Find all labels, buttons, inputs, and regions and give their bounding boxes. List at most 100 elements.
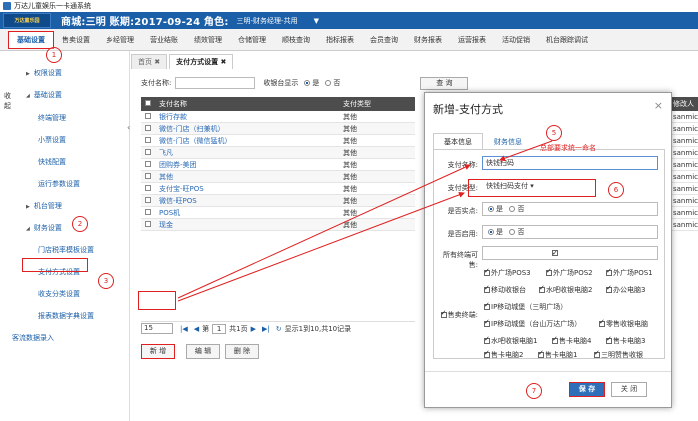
menu-item[interactable]: 活动促销 — [494, 29, 538, 51]
terminal-option[interactable]: 售卡电脑2 — [484, 349, 523, 360]
sidebar-item-machines[interactable]: ▶ 机台管理 — [26, 201, 62, 211]
col-header-type[interactable]: 支付类型 — [339, 99, 415, 109]
menu-item[interactable]: 机台跟踪调试 — [538, 29, 596, 51]
is-sell-yes-radio[interactable] — [488, 206, 494, 212]
all-terminal-checkbox[interactable] — [552, 247, 558, 259]
is-sell-no-radio[interactable] — [509, 206, 516, 212]
row-checkbox[interactable] — [145, 160, 151, 167]
table-row[interactable]: 支付宝-旺POS 其他 — [141, 183, 415, 195]
table-row[interactable]: 其他 其他 — [141, 171, 415, 183]
sidebar-item-report-dictionary[interactable]: 报表数据字典设置 — [38, 311, 94, 321]
menu-item[interactable]: 仓储管理 — [230, 29, 274, 51]
prev-page-icon[interactable]: ◀ — [194, 325, 199, 333]
page-tabs: 首页 ✖ 支付方式设置 ✖ — [131, 54, 235, 69]
close-button[interactable]: 关 闭 — [611, 382, 647, 397]
menu-item[interactable]: 绩效管理 — [186, 29, 230, 51]
row-checkbox[interactable] — [145, 184, 151, 191]
terminal-option[interactable]: 售卡电脑1 — [538, 349, 577, 360]
last-page-icon[interactable]: ▶| — [262, 325, 270, 333]
table-row[interactable]: 微信-门店（微信猛机） 其他 — [141, 135, 415, 147]
terminal-option[interactable]: 水吧收银电脑1 — [484, 335, 537, 346]
col-header-modifier[interactable]: 修改人 — [671, 97, 698, 111]
terminal-option[interactable]: 移动收银台 — [484, 284, 526, 295]
add-button[interactable]: 新 增 — [141, 344, 175, 359]
sidebar-item-basic[interactable]: ◢ 基础设置 — [26, 90, 62, 100]
close-icon[interactable]: × — [654, 99, 663, 112]
terminal-option[interactable]: 零售收银电脑 — [599, 318, 648, 329]
next-page-icon[interactable]: ▶ — [251, 325, 256, 333]
search-name-input[interactable] — [175, 77, 256, 89]
terminal-option[interactable]: 售卡电脑4 — [552, 335, 591, 346]
first-page-icon[interactable]: |◀ — [180, 325, 188, 333]
page-number-input[interactable]: 1 — [212, 323, 227, 334]
sell-terminal-checkbox[interactable] — [440, 309, 447, 318]
row-checkbox[interactable] — [145, 208, 151, 215]
show-no-radio[interactable] — [325, 80, 332, 86]
table-row[interactable]: 团购券-美团 其他 — [141, 159, 415, 171]
menu-item[interactable]: 营业结账 — [142, 29, 186, 51]
sidebar-item-tax-template[interactable]: 门店税率模板设置 — [38, 245, 94, 255]
menu-item[interactable]: 顺枝查询 — [274, 29, 318, 51]
chevron-left-icon[interactable]: ‹ — [127, 123, 130, 132]
collapse-label[interactable]: 收起 — [4, 91, 14, 111]
menu-item-basic-settings[interactable]: 基础设置 — [8, 30, 54, 49]
is-sell-label: 是否实点: — [447, 207, 478, 215]
role-dropdown-icon[interactable]: ▼ — [314, 17, 319, 25]
annotation-step-2: 2 — [72, 216, 88, 232]
menu-item[interactable]: 会员查询 — [362, 29, 406, 51]
is-enabled-yes-radio[interactable] — [488, 229, 494, 235]
sidebar-item-receipt[interactable]: 小票设置 — [38, 135, 66, 145]
terminal-option[interactable]: IP移动城堡（台山万达广场） — [484, 318, 581, 329]
table-row[interactable]: 飞凡 其他 — [141, 147, 415, 159]
refresh-icon[interactable]: ↻ — [276, 325, 282, 333]
terminal-option[interactable]: 外广场POS2 — [546, 267, 593, 278]
tab-basic-info[interactable]: 基本信息 — [433, 133, 483, 150]
sidebar-item-terminal[interactable]: 终端管理 — [38, 113, 66, 123]
table-row[interactable]: 微信-旺POS 其他 — [141, 195, 415, 207]
tab-payment-methods[interactable]: 支付方式设置 ✖ — [169, 54, 234, 69]
row-checkbox[interactable] — [145, 112, 151, 119]
is-enabled-no-radio[interactable] — [509, 229, 516, 235]
sidebar-item-kuaiqian[interactable]: 快钱配置 — [38, 157, 66, 167]
menu-item[interactable]: 指标报表 — [318, 29, 362, 51]
dialog-tabs: 基本信息 财务信息 — [433, 133, 533, 150]
edit-button[interactable]: 编 辑 — [186, 344, 220, 359]
table-row[interactable]: 现金 其他 — [141, 219, 415, 231]
sidebar-item-traffic-entry[interactable]: 客流数据录入 — [12, 333, 54, 343]
menu-item-sale-settings[interactable]: 售卖设置 — [54, 29, 98, 51]
row-checkbox[interactable] — [145, 148, 151, 155]
row-checkbox[interactable] — [145, 136, 151, 143]
row-checkbox[interactable] — [145, 220, 151, 227]
tab-home[interactable]: 首页 ✖ — [131, 54, 168, 69]
annotation-step-7: 7 — [526, 383, 542, 399]
page-size-select[interactable]: 15 — [141, 323, 173, 334]
row-checkbox[interactable] — [145, 196, 151, 203]
table-row[interactable]: 微信-门店（扫兼机） 其他 — [141, 123, 415, 135]
save-button[interactable]: 保 存 — [569, 382, 605, 397]
terminal-option[interactable]: 办公电脑3 — [606, 284, 645, 295]
payment-name-input[interactable]: 快钱扫码 — [482, 156, 658, 170]
terminal-option[interactable]: 外广场POS1 — [606, 267, 653, 278]
col-header-name[interactable]: 支付名称 — [155, 99, 339, 109]
row-checkbox[interactable] — [145, 124, 151, 131]
sidebar-item-income-expense[interactable]: 收支分类设置 — [38, 289, 80, 299]
menu-item[interactable]: 乡经管理 — [98, 29, 142, 51]
tab-finance-info[interactable]: 财务信息 — [483, 133, 533, 150]
delete-button[interactable]: 删 除 — [225, 344, 259, 359]
terminal-option[interactable]: 外广场POS3 — [484, 267, 531, 278]
table-row[interactable]: POS机 其他 — [141, 207, 415, 219]
menu-item[interactable]: 运营报表 — [450, 29, 494, 51]
terminal-option[interactable]: 水吧收银电脑2 — [539, 284, 592, 295]
table-row[interactable]: 银行存款 其他 — [141, 111, 415, 123]
row-checkbox[interactable] — [145, 172, 151, 179]
query-button[interactable]: 查 询 — [420, 76, 469, 90]
terminal-option[interactable]: 三明赞售收银 — [594, 349, 643, 360]
select-all-checkbox[interactable] — [145, 100, 151, 106]
terminal-option[interactable]: IP移动城堡（三明广场） — [484, 301, 567, 312]
terminal-option[interactable]: 售卡电脑3 — [606, 335, 645, 346]
show-yes-radio[interactable] — [304, 80, 311, 86]
sidebar-item-finance[interactable]: ◢ 财务设置 — [26, 223, 62, 233]
sidebar-item-permissions[interactable]: ▶ 权限设置 — [26, 68, 62, 78]
menu-item[interactable]: 财务报表 — [406, 29, 450, 51]
sidebar-item-runtime-params[interactable]: 运行参数设置 — [38, 179, 80, 189]
